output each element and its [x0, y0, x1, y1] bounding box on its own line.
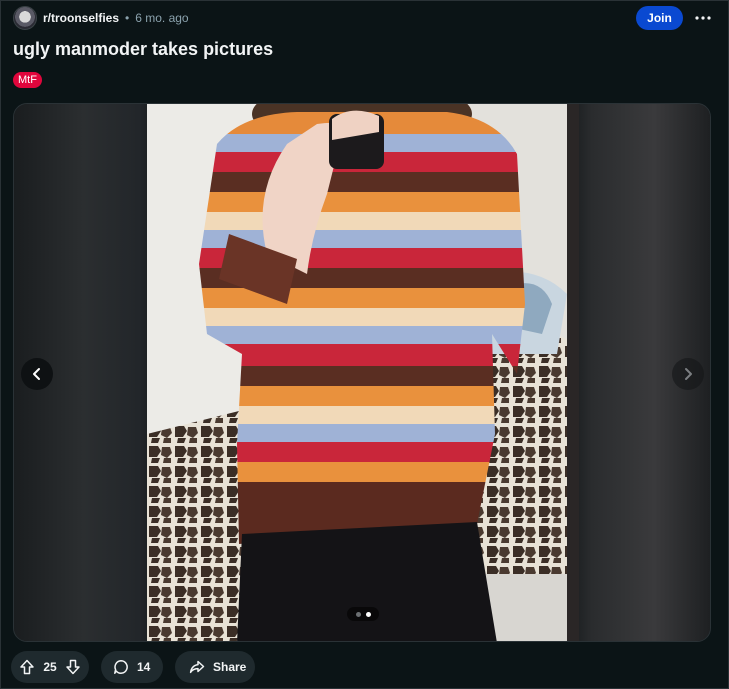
gallery-next-button[interactable]: [672, 358, 704, 390]
comment-count: 14: [137, 660, 151, 674]
subreddit-name[interactable]: r/troonselfies: [43, 11, 119, 25]
upvote-arrow-icon[interactable]: [19, 659, 35, 675]
post-flair[interactable]: MtF: [13, 72, 42, 88]
post-actions: 25 14 Share: [11, 651, 255, 683]
post-timestamp: 6 mo. ago: [135, 11, 189, 25]
gallery-pagination: [347, 607, 379, 621]
gallery-prev-button[interactable]: [21, 358, 53, 390]
downvote-arrow-icon[interactable]: [65, 659, 81, 675]
post-header: r/troonselfies • 6 mo. ago: [13, 6, 189, 30]
chevron-right-icon: [682, 367, 694, 381]
share-label: Share: [213, 660, 247, 674]
gallery-dot-1[interactable]: [355, 611, 361, 617]
subreddit-avatar[interactable]: [13, 6, 37, 30]
comment-bubble-icon: [113, 659, 129, 675]
ellipsis-icon[interactable]: [691, 6, 715, 30]
post-card: r/troonselfies • 6 mo. ago Join ugly man…: [0, 0, 729, 689]
post-title[interactable]: ugly manmoder takes pictures: [13, 39, 273, 60]
chevron-left-icon: [31, 367, 43, 381]
share-arrow-icon: [189, 659, 205, 675]
meta-separator: •: [125, 11, 130, 25]
gallery-media[interactable]: [13, 103, 711, 642]
gallery-dot-2[interactable]: [365, 611, 371, 617]
gallery-image[interactable]: [147, 104, 579, 641]
comments-button[interactable]: 14: [101, 651, 163, 683]
vote-control: 25: [11, 651, 89, 683]
share-button[interactable]: Share: [175, 651, 255, 683]
vote-count: 25: [43, 660, 57, 674]
join-button[interactable]: Join: [636, 6, 683, 30]
